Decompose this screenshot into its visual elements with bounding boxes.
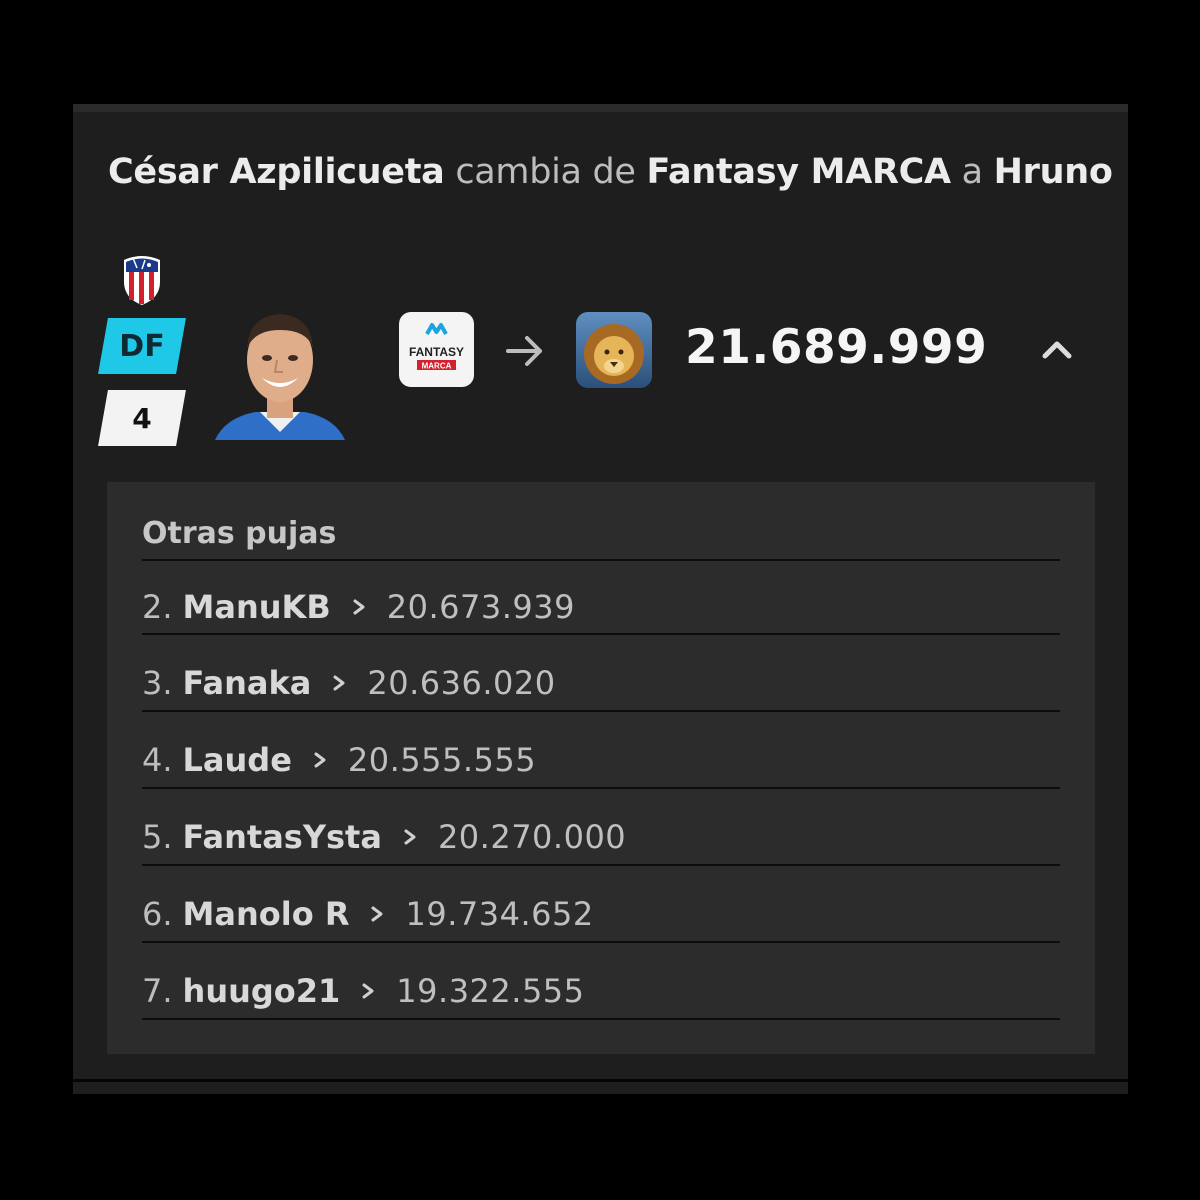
bidder-name[interactable]: Fanaka (183, 664, 312, 702)
player-photo (215, 314, 345, 440)
atletico-madrid-crest-icon (124, 256, 160, 305)
lion-avatar (576, 312, 652, 388)
bid-rank: 3. (142, 663, 173, 702)
bidder-name[interactable]: FantasYsta (183, 818, 382, 856)
chevron-right-icon (362, 983, 374, 998)
other-bids-title: Otras pujas (142, 516, 337, 551)
chevron-right-icon (333, 675, 345, 690)
bidder-name[interactable]: Laude (183, 741, 292, 779)
bidder-name[interactable]: Manolo R (183, 895, 350, 933)
bidder-name[interactable]: huugo21 (183, 972, 341, 1010)
bid-rank: 6. (142, 894, 173, 933)
bid-row: 6. Manolo R 19.734.652 (142, 864, 1060, 941)
headline-verb: cambia de (455, 152, 636, 192)
headline-from-team: Fantasy MARCA (646, 152, 952, 192)
headline-connector: a (961, 152, 983, 192)
chevron-right-icon (404, 829, 416, 844)
arrow-right-icon (506, 336, 542, 366)
bid-rank: 4. (142, 740, 173, 779)
chevron-right-icon (314, 752, 326, 767)
other-bids-panel: Otras pujas 2. ManuKB 20.673.939 3. Fanaka 20… (107, 482, 1095, 1054)
bid-rank: 7. (142, 971, 173, 1010)
transfer-price: 21.689.999 (685, 320, 988, 375)
position-badge: DF (98, 318, 186, 374)
svg-text:MARCA: MARCA (422, 362, 452, 371)
bid-amount: 19.734.652 (405, 894, 594, 933)
headline-player-name: César Azpilicueta (108, 152, 445, 192)
bid-amount: 20.673.939 (386, 588, 575, 626)
bid-amount: 19.322.555 (396, 971, 585, 1010)
bid-row: 4. Laude 20.555.555 (142, 710, 1060, 787)
player-number-badge: 4 (98, 390, 186, 446)
chevron-right-icon (371, 906, 383, 921)
bidder-name[interactable]: ManuKB (183, 588, 331, 626)
other-bids-list: 2. ManuKB 20.673.939 3. Fanaka 20.636.020 4. La… (142, 559, 1060, 1020)
bid-amount: 20.555.555 (347, 740, 537, 779)
bid-row: 5. FantasYsta 20.270.000 (142, 787, 1060, 864)
position-label: DF (119, 328, 165, 364)
bid-amount: 20.636.020 (367, 663, 556, 702)
transfer-headline: César Azpilicueta cambia de Fantasy MARC… (108, 152, 1113, 192)
player-number-label: 4 (132, 401, 152, 435)
collapse-chevron-up-icon[interactable] (1037, 335, 1077, 365)
list-divider (142, 1018, 1060, 1020)
card-divider (73, 1079, 1128, 1082)
chevron-right-icon (353, 599, 365, 615)
bid-row: 3. Fanaka 20.636.020 (142, 633, 1060, 710)
bid-row: 2. ManuKB 20.673.939 (142, 559, 1060, 633)
headline-to-team: Hruno (993, 152, 1113, 192)
bid-rank: 5. (142, 817, 173, 856)
bid-amount: 20.270.000 (437, 817, 627, 856)
bid-rank: 2. (142, 588, 173, 626)
fantasy-marca-logo: FANTASY MARCA (399, 312, 474, 387)
transfer-card: César Azpilicueta cambia de Fantasy MARC… (73, 104, 1128, 1094)
bid-row: 7. huugo21 19.322.555 (142, 941, 1060, 1018)
svg-text:FANTASY: FANTASY (409, 345, 464, 359)
